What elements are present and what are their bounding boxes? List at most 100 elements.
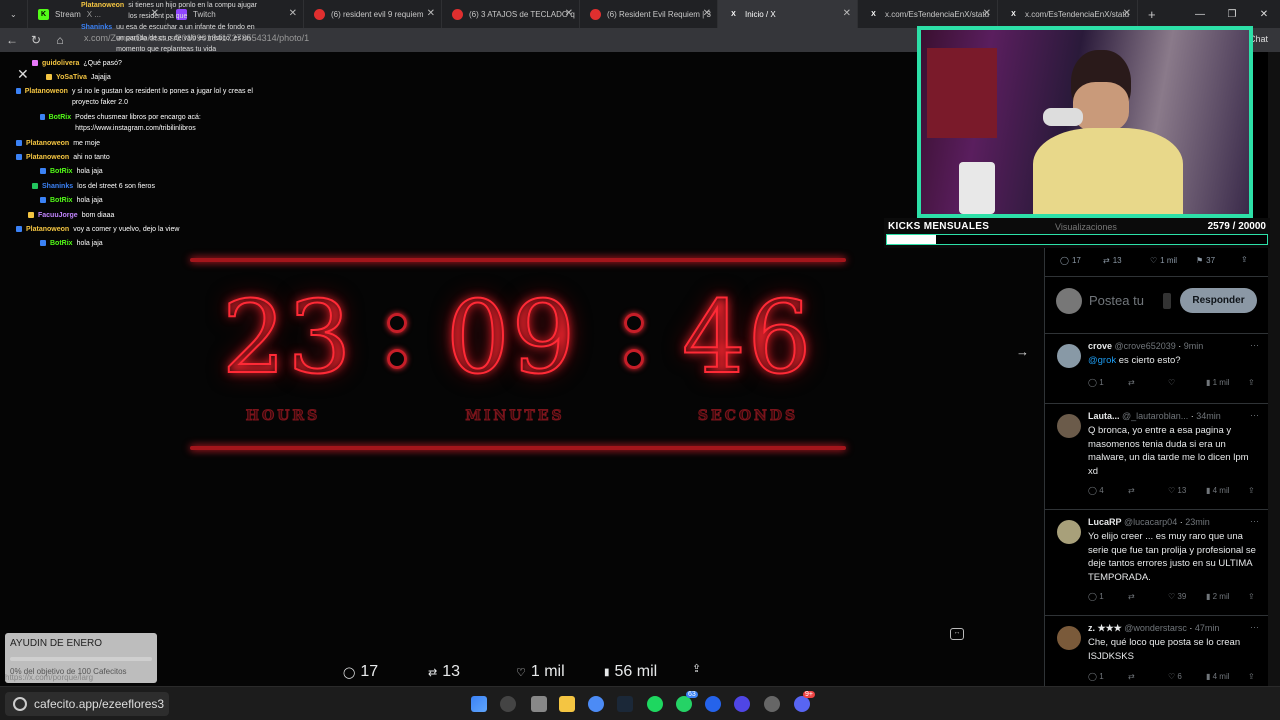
post-reposts-stat[interactable]: ⇄ 13 <box>1103 256 1122 265</box>
windows-taskbar: cafecito.app/ezeeflores3 63 9+ <box>0 686 1280 720</box>
reply-icon[interactable]: ◯ 1 <box>1088 378 1104 387</box>
post-bookmarks-stat[interactable]: ⚑ 37 <box>1196 256 1215 265</box>
share-icon[interactable]: ⇪ <box>1248 486 1255 495</box>
discord-icon[interactable] <box>794 696 810 712</box>
sub-badge-icon <box>28 212 34 218</box>
arrow-right-icon[interactable]: → <box>1016 344 1029 359</box>
sub-badge-icon <box>46 74 52 80</box>
chat-text: uu esa de escuchar a un infante de fondo… <box>116 24 255 53</box>
chat-text: Podes chusmear libros por encargo acá: h… <box>75 114 201 132</box>
tab-search-button[interactable]: ⌄ <box>0 0 28 28</box>
heart-icon[interactable]: ♡ 6 <box>1168 672 1182 681</box>
maximize-icon[interactable]: ❐ <box>1216 0 1248 28</box>
more-options-icon[interactable]: ··· <box>1250 340 1259 350</box>
author-name: z. ★★★ <box>1088 623 1122 633</box>
gif-icon[interactable] <box>1163 293 1171 309</box>
close-icon[interactable]: ✕ <box>983 8 991 19</box>
whatsapp-icon[interactable] <box>676 696 692 712</box>
spotify-icon[interactable] <box>647 696 663 712</box>
back-icon[interactable]: ← <box>0 33 24 47</box>
bookmarks-count: 37 <box>1206 256 1216 265</box>
likes-count: 1 mil <box>1160 256 1178 265</box>
reply-tweet[interactable]: crove @crove652039 · 9min ··· @grok es c… <box>1045 333 1269 397</box>
home-icon[interactable]: ⌂ <box>48 33 72 47</box>
chat-message: BotRix hola jaja <box>40 195 103 206</box>
close-icon[interactable]: ✕ <box>843 8 851 19</box>
taskbar-search[interactable]: cafecito.app/ezeeflores3 <box>5 692 169 716</box>
chat-text: ahi no tanto <box>73 154 110 161</box>
close-icon[interactable]: ✕ <box>565 8 573 19</box>
like-action[interactable]: ♡ 1 mil <box>516 663 565 681</box>
repost-icon[interactable]: ⇄ <box>1128 378 1135 387</box>
reply-input[interactable]: Postea tu <box>1089 293 1144 308</box>
reply-tweet[interactable]: z. ★★★ @wonderstarsc · 47min ··· Che, qu… <box>1045 615 1269 687</box>
repost-icon[interactable]: ⇄ <box>1128 486 1135 495</box>
sub-badge-icon <box>16 88 21 94</box>
views-icon[interactable]: ▮ 4 mil <box>1206 672 1230 681</box>
tab-youtube-2[interactable]: (6) 3 ATAJOS de TECLADO q ✕ <box>442 0 580 28</box>
chat-user: Platanoweon <box>26 140 70 147</box>
tab-youtube-1[interactable]: (6) resident evil 9 requiem ✕ <box>304 0 442 28</box>
neon-line-top <box>190 258 846 262</box>
windows-start-icon[interactable] <box>471 696 487 712</box>
repost-action[interactable]: ⇄ 13 <box>428 663 460 681</box>
file-explorer-icon[interactable] <box>559 696 575 712</box>
reply-icon[interactable]: ◯ 1 <box>1088 672 1104 681</box>
views-icon[interactable]: ▮ 4 mil <box>1206 486 1230 495</box>
chat-user: Platanoweon <box>26 226 70 233</box>
heart-icon[interactable]: ♡ 13 <box>1168 486 1186 495</box>
author-handle: @_lautaroblan... <box>1122 411 1189 421</box>
tab-label: (6) Resident Evil Requiem | 3 <box>607 9 711 19</box>
share-icon[interactable]: ⇪ <box>1248 592 1255 601</box>
app-icon[interactable] <box>705 696 721 712</box>
post-likes-stat[interactable]: ♡ 1 mil <box>1150 256 1177 265</box>
close-icon[interactable]: ✕ <box>703 8 711 19</box>
views-icon[interactable]: ▮ 2 mil <box>1206 592 1230 601</box>
reply-icon[interactable]: ◯ 1 <box>1088 592 1104 601</box>
tab-inicio-x[interactable]: X Inicio / X ✕ <box>718 0 858 28</box>
reply-button[interactable]: Responder <box>1180 288 1257 313</box>
task-view-icon[interactable] <box>531 696 547 712</box>
views-action[interactable]: ▮ 56 mil <box>604 663 657 681</box>
app-icon[interactable] <box>764 696 780 712</box>
chat-text: si tienes un hijo ponlo en la compu ajug… <box>128 2 257 20</box>
sub-badge-icon <box>32 60 38 66</box>
search-icon[interactable] <box>500 696 516 712</box>
tab-x-status-2[interactable]: X x.com/EsTendenciaEnX/statu ✕ <box>998 0 1138 28</box>
repost-icon[interactable]: ⇄ <box>1128 672 1135 681</box>
heart-icon[interactable]: ♡ <box>1168 378 1175 387</box>
share-icon[interactable]: ⇪ <box>1248 378 1255 387</box>
close-icon[interactable]: ✕ <box>1123 8 1131 19</box>
app-icon[interactable] <box>734 696 750 712</box>
minimize-icon[interactable]: — <box>1184 0 1216 28</box>
reply-action[interactable]: ◯ 17 <box>343 663 378 681</box>
close-icon[interactable]: ✕ <box>289 8 297 19</box>
more-options-icon[interactable]: ··· <box>1250 410 1259 420</box>
chrome-icon[interactable] <box>588 696 604 712</box>
reply-tweet[interactable]: LucaRP @lucacarp04 · 23min ··· Yo elijo … <box>1045 509 1269 613</box>
reload-icon[interactable]: ↻ <box>24 33 48 47</box>
mention-link[interactable]: @grok <box>1088 355 1116 366</box>
tab-x-status-1[interactable]: X x.com/EsTendenciaEnX/statu ✕ <box>858 0 998 28</box>
share-icon[interactable]: ⇪ <box>1248 672 1255 681</box>
share-action[interactable]: ⇪ <box>692 662 701 675</box>
close-window-icon[interactable]: ✕ <box>1248 0 1280 28</box>
reply-tweet[interactable]: Lauta... @_lautaroblan... · 34min ··· Q … <box>1045 403 1269 507</box>
repost-icon[interactable]: ⇄ <box>1128 592 1135 601</box>
colon-separator <box>624 313 646 373</box>
more-options-icon[interactable]: ··· <box>1250 622 1259 632</box>
minutes-digits: 09 <box>445 279 578 396</box>
heart-icon[interactable]: ♡ 39 <box>1168 592 1186 601</box>
reply-icon[interactable]: ◯ 4 <box>1088 486 1104 495</box>
tab-youtube-3[interactable]: (6) Resident Evil Requiem | 3 ✕ <box>580 0 718 28</box>
new-tab-button[interactable]: + <box>1138 0 1162 28</box>
close-icon[interactable]: ✕ <box>17 66 29 83</box>
scrollbar[interactable] <box>1268 52 1280 686</box>
expand-icon[interactable]: ↔ <box>950 628 964 640</box>
post-replies-stat[interactable]: ◯ 17 <box>1060 256 1081 265</box>
close-icon[interactable]: ✕ <box>427 8 435 19</box>
steam-icon[interactable] <box>617 696 633 712</box>
more-options-icon[interactable]: ··· <box>1250 516 1259 526</box>
views-icon[interactable]: ▮ 1 mil <box>1206 378 1230 387</box>
share-button[interactable]: ⇪ <box>1241 255 1248 264</box>
